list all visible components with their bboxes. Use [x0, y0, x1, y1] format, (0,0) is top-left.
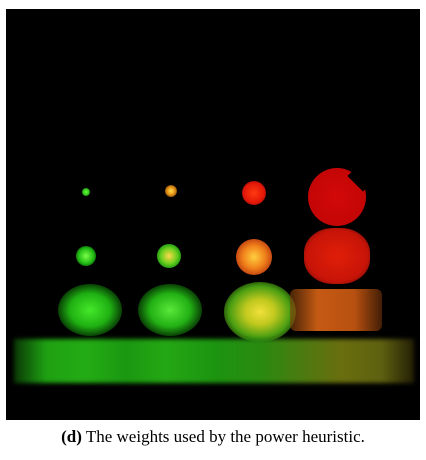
rendered-image [6, 9, 420, 420]
light-spot-row2-col3 [236, 239, 272, 275]
light-spot-row3-col3 [224, 282, 296, 342]
light-spot-row2-col4 [304, 228, 370, 284]
light-spot-row1-col3 [242, 181, 266, 205]
caption-label: (d) [61, 427, 82, 446]
light-spot-row1-col2 [165, 185, 177, 197]
light-spot-row3-col1 [58, 284, 122, 336]
figure-page: (d) The weights used by the power heuris… [0, 0, 426, 460]
figure-caption: (d) The weights used by the power heuris… [0, 426, 426, 448]
light-spot-row2-col1 [76, 246, 96, 266]
caption-text: The weights used by the power heuristic. [81, 427, 365, 446]
light-spot-row1-col1 [82, 188, 90, 196]
light-spot-row3-col2 [138, 284, 202, 336]
light-strip-row4 [14, 339, 414, 383]
light-spot-row3-col4 [290, 289, 382, 331]
light-spot-row2-col2 [157, 244, 181, 268]
